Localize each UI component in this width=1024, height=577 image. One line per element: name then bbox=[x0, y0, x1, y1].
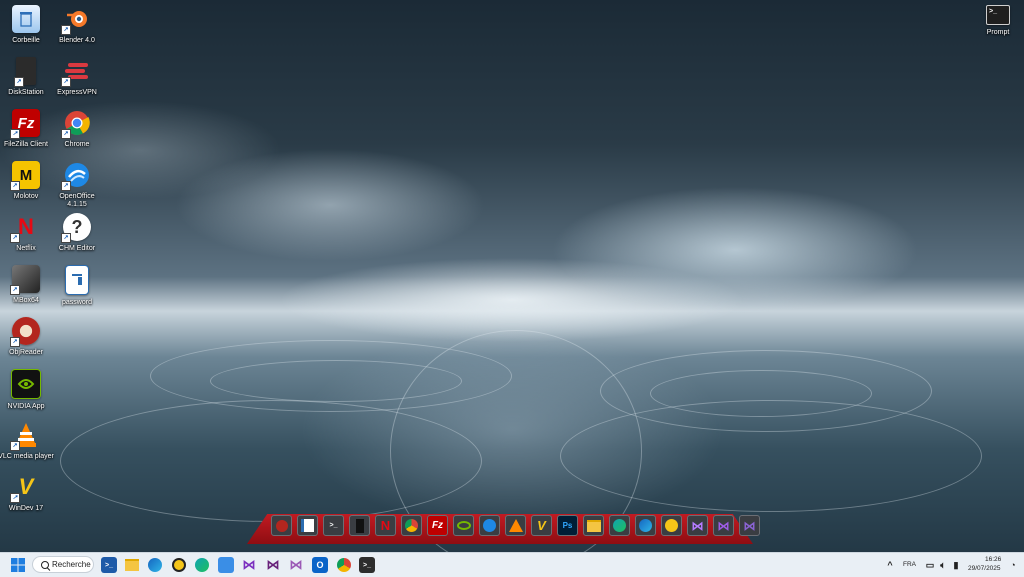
desktop-icon-openoffice[interactable]: ↗ OpenOffice 4.1.15 bbox=[47, 161, 107, 209]
search-placeholder: Recherche bbox=[52, 560, 91, 569]
clock-date[interactable]: 29/07/2025 bbox=[968, 565, 1001, 572]
search-icon bbox=[41, 560, 49, 569]
battery-icon[interactable]: ▮ bbox=[948, 557, 964, 573]
desktop-icon-label: Molotov bbox=[13, 193, 39, 200]
visual-studio-icon[interactable]: ⋈ bbox=[265, 557, 281, 573]
desktop-icon-expressvpn[interactable]: ↗ ExpressVPN bbox=[47, 57, 107, 97]
dock-edge-icon[interactable] bbox=[635, 515, 656, 536]
desktop-icon-chrome[interactable]: ↗ Chrome bbox=[47, 109, 107, 149]
file-explorer-icon[interactable] bbox=[124, 557, 140, 573]
objreader-icon: ↗ bbox=[10, 317, 40, 347]
dock-document-icon[interactable] bbox=[297, 515, 318, 536]
terminal-icon[interactable]: >_ bbox=[359, 557, 375, 573]
desktop-icon-label: FileZilla Client bbox=[4, 141, 48, 148]
desktop-icon-label: OpenOffice 4.1.15 bbox=[59, 193, 95, 208]
recycle-bin-icon bbox=[12, 5, 40, 33]
chrome-icon[interactable] bbox=[336, 557, 352, 573]
chm-editor-icon: ? ↗ bbox=[61, 213, 91, 243]
powershell-icon[interactable]: >_ bbox=[101, 557, 117, 573]
document-icon bbox=[65, 265, 89, 295]
desktop-icon-label: CHM Editor bbox=[58, 245, 96, 252]
desktop-icon-label: password bbox=[62, 299, 92, 306]
outlook-icon[interactable]: O bbox=[312, 557, 328, 573]
photos-icon[interactable] bbox=[218, 557, 234, 573]
desktop-icon-label: VLC media player bbox=[0, 453, 54, 460]
desktop-icon-windev[interactable]: V ↗ WinDev 17 bbox=[0, 473, 56, 513]
dock-items: >_ N Fz V Ps ⋈ ⋈ ⋈ bbox=[271, 515, 760, 536]
blender-icon: ↗ bbox=[61, 5, 91, 35]
nvidia-icon bbox=[11, 369, 41, 399]
vlc-icon: ↗ bbox=[10, 421, 40, 451]
dock-nvidia-icon[interactable] bbox=[453, 515, 474, 536]
chevron-up-icon[interactable]: ^ bbox=[882, 557, 898, 573]
desktop-icon-label: DiskStation bbox=[8, 89, 44, 96]
notification-bell-icon[interactable]: ◔ bbox=[1005, 557, 1021, 573]
desktop-icon-vlc[interactable]: ↗ VLC media player bbox=[0, 421, 56, 461]
dock-netflix-icon[interactable]: N bbox=[375, 515, 396, 536]
dock-chrome-icon[interactable] bbox=[401, 515, 422, 536]
search-input[interactable]: Recherche bbox=[32, 556, 94, 573]
desktop-icon-prompt[interactable]: >_ Prompt bbox=[968, 5, 1024, 37]
desktop-icon-label: Blender 4.0 bbox=[59, 37, 95, 44]
openoffice-icon: ↗ bbox=[61, 161, 91, 191]
windev-icon: V ↗ bbox=[10, 473, 40, 503]
dock-filezilla-icon[interactable]: Fz bbox=[427, 515, 448, 536]
desktop-icon-blender[interactable]: ↗ Blender 4.0 bbox=[47, 5, 107, 45]
desktop-icon-label: NVIDIA App bbox=[7, 403, 45, 410]
desktop-icon-label: WinDev 17 bbox=[8, 505, 44, 512]
desktop-icon-label: Netflix bbox=[16, 245, 36, 252]
dock-openoffice-icon[interactable] bbox=[479, 515, 500, 536]
desktop-icon-password[interactable]: password bbox=[47, 265, 107, 307]
visual-studio-icon[interactable]: ⋈ bbox=[288, 557, 304, 573]
dock-windev-icon[interactable]: V bbox=[531, 515, 552, 536]
dock-edge-icon[interactable] bbox=[609, 515, 630, 536]
dock-file-explorer-icon[interactable] bbox=[583, 515, 604, 536]
clock-time[interactable]: 16:26 bbox=[985, 556, 1001, 563]
dock-vlc-icon[interactable] bbox=[505, 515, 526, 536]
dock-diskstation-icon[interactable] bbox=[349, 515, 370, 536]
expressvpn-icon: ↗ bbox=[61, 57, 91, 87]
netflix-icon: N ↗ bbox=[10, 213, 40, 243]
desktop-icon-label: Chrome bbox=[64, 141, 90, 148]
dock-visual-studio-icon[interactable]: ⋈ bbox=[713, 515, 734, 536]
filezilla-icon: Fz ↗ bbox=[10, 109, 40, 139]
windows-start-icon[interactable] bbox=[10, 557, 26, 573]
visual-studio-icon[interactable]: ⋈ bbox=[241, 557, 257, 573]
desktop-icon-chm-editor[interactable]: ? ↗ CHM Editor bbox=[47, 213, 107, 253]
mbox64-icon: ↗ bbox=[10, 265, 40, 295]
dock-norton-icon[interactable] bbox=[661, 515, 682, 536]
terminal-icon: >_ bbox=[986, 5, 1010, 25]
language-indicator[interactable]: FRA bbox=[903, 561, 916, 568]
desktop-icon-label: Prompt bbox=[986, 29, 1010, 36]
desktop-icon-label: ExpressVPN bbox=[57, 89, 97, 96]
taskbar: Recherche >_ ⋈ ⋈ ⋈ O >_ ^ FRA ▭ 🔈︎ ▮ 16:… bbox=[0, 552, 1024, 577]
molotov-icon: M ↗ bbox=[10, 161, 40, 191]
dock-photoshop-icon[interactable]: Ps bbox=[557, 515, 578, 536]
dock-terminal-icon[interactable]: >_ bbox=[323, 515, 344, 536]
edge-icon[interactable] bbox=[194, 557, 210, 573]
dock-visual-studio-icon[interactable]: ⋈ bbox=[739, 515, 760, 536]
diskstation-icon: ↗ bbox=[14, 57, 36, 87]
dock-visual-studio-icon[interactable]: ⋈ bbox=[687, 515, 708, 536]
desktop-icon-nvidia[interactable]: NVIDIA App bbox=[0, 369, 56, 411]
desktop-icon-label: MBox64 bbox=[13, 297, 39, 304]
dock-objreader-icon[interactable] bbox=[271, 515, 292, 536]
edge-icon[interactable] bbox=[147, 557, 163, 573]
norton-icon[interactable] bbox=[171, 557, 187, 573]
desktop-icon-label: ObjReader bbox=[9, 349, 43, 356]
desktop-icon-label: Corbeille bbox=[12, 37, 40, 44]
desktop-icon-objreader[interactable]: ↗ ObjReader bbox=[0, 317, 56, 357]
chrome-icon: ↗ bbox=[61, 109, 91, 139]
